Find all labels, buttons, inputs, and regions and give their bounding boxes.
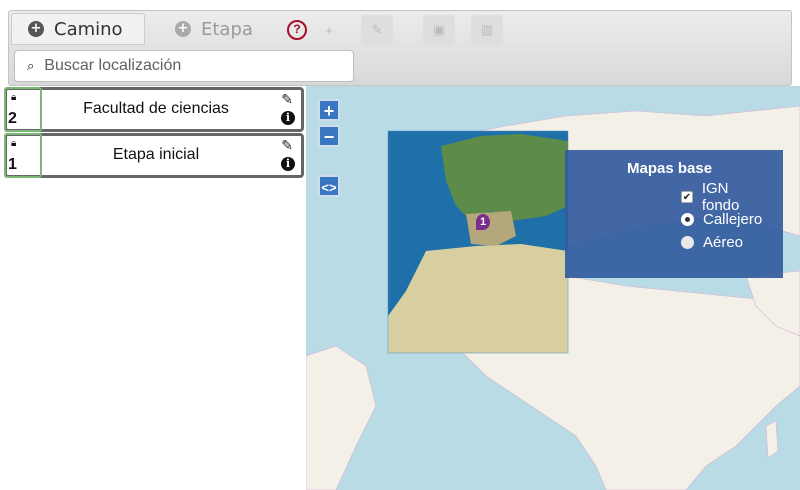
radio-unchecked-icon[interactable] — [681, 236, 694, 249]
layer-label: IGN fondo — [701, 179, 740, 214]
help-icon: ? — [287, 20, 307, 40]
layer-label: Callejero — [703, 211, 763, 228]
satellite-land — [441, 134, 568, 221]
trash-icon: ▥ — [480, 22, 494, 37]
radio-checked-icon[interactable] — [681, 213, 694, 226]
search-icon: ⌕ — [27, 58, 35, 73]
layer-option[interactable]: ✔ IGN fondo — [681, 180, 769, 214]
tab-etapa-label: Etapa — [201, 18, 253, 40]
info-icon[interactable]: i — [281, 157, 295, 171]
plus-icon: + — [325, 22, 333, 38]
delete-button[interactable]: ▥ — [471, 15, 503, 45]
plus-circle-icon: + — [175, 21, 191, 37]
stage-name: Etapa inicial — [112, 146, 200, 163]
lock-icon: 🔒︎ — [11, 92, 17, 103]
tab-camino-label: Camino — [54, 18, 123, 40]
save-button[interactable]: ▣ — [423, 15, 455, 45]
stage-item[interactable]: 🔒︎ 2 Facultad de ciencias ✎ i — [4, 87, 304, 132]
stage-order: 2 — [8, 110, 17, 127]
layer-option[interactable]: Callejero — [681, 208, 769, 231]
info-icon[interactable]: i — [281, 111, 295, 125]
pencil-icon[interactable]: ✎ — [281, 137, 293, 154]
south-america-landmass — [306, 345, 377, 490]
search-box: ⌕ — [14, 50, 354, 82]
lock-icon: 🔒︎ — [11, 138, 17, 149]
zoom-out-button[interactable]: − — [318, 125, 340, 147]
pencil-icon[interactable]: ✎ — [281, 91, 293, 108]
toggle-panel-button[interactable]: <> — [318, 175, 340, 197]
help-button[interactable]: ? — [281, 15, 313, 45]
legend-title: Mapas base — [627, 160, 713, 177]
save-icon: ▣ — [432, 22, 446, 37]
marker-label: 1 — [479, 216, 487, 228]
stage-item[interactable]: 🔒︎ 1 Etapa inicial ✎ i — [4, 133, 304, 178]
tab-camino[interactable]: + Camino — [11, 13, 145, 45]
map-canvas — [306, 105, 800, 490]
zoom-in-button[interactable]: + — [318, 99, 340, 121]
plus-circle-icon: + — [28, 21, 44, 37]
map-marker[interactable]: 1 — [476, 214, 490, 230]
stage-name: Facultad de ciencias — [83, 100, 229, 117]
toolbar: + Camino + Etapa ? + ✎ ▣ ▥ ⌕ — [8, 10, 792, 86]
layer-option[interactable]: Aéreo — [681, 231, 769, 254]
pencil-icon: ✎ — [371, 22, 383, 37]
tab-etapa[interactable]: + Etapa — [159, 13, 279, 45]
map-view[interactable]: + − <> 1 Mapas base ✔ IGN fondo Callejer… — [306, 86, 800, 490]
edit-button[interactable]: ✎ — [361, 15, 393, 45]
stage-order: 1 — [8, 156, 17, 173]
add-button[interactable]: + — [313, 15, 345, 45]
layer-label: Aéreo — [703, 234, 744, 251]
checkbox-icon[interactable]: ✔ — [681, 190, 693, 203]
madagascar-landmass — [765, 420, 779, 459]
search-input[interactable] — [44, 57, 335, 75]
base-layers-panel: Mapas base ✔ IGN fondo Callejero Aéreo — [565, 150, 783, 278]
